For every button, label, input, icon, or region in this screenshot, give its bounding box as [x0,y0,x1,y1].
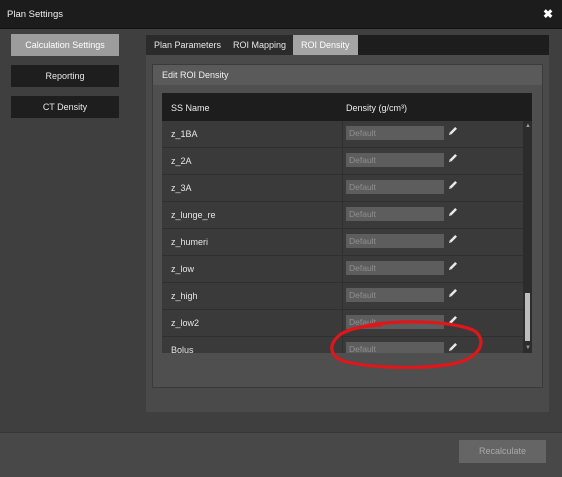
table-row: z_low2 Default [162,310,523,337]
nav-reporting-button[interactable]: Reporting [11,65,119,87]
pencil-icon[interactable] [447,233,459,245]
density-input[interactable]: Default [346,180,444,194]
density-input[interactable]: Default [346,207,444,221]
column-divider [342,175,343,201]
scroll-up-icon[interactable]: ▲ [525,123,531,129]
table-header: SS Name Density (g/cm³) [162,93,532,121]
density-input[interactable]: Default [346,153,444,167]
vertical-scrollbar[interactable]: ▲ ▼ [523,121,532,353]
ss-name-cell: z_3A [171,183,192,193]
density-input[interactable]: Default [346,315,444,329]
pencil-icon[interactable] [447,314,459,326]
table-row: z_1BA Default [162,121,523,148]
ss-name-cell: z_low [171,264,195,274]
density-input[interactable]: Default [346,288,444,302]
table-row: z_high Default [162,283,523,310]
recalculate-button[interactable]: Recalculate [459,440,546,463]
roi-density-table: SS Name Density (g/cm³) z_1BA Default z_2A… [162,93,532,353]
column-divider [342,229,343,255]
ss-name-cell: Bolus [171,345,194,353]
title-bar: Plan Settings ✖ [0,0,562,29]
table-row: Bolus Default [162,337,523,353]
pencil-icon[interactable] [447,125,459,137]
table-row: z_2A Default [162,148,523,175]
table-row: z_humeri Default [162,229,523,256]
pencil-icon[interactable] [447,179,459,191]
ss-name-cell: z_low2 [171,318,200,328]
tab-plan-parameters[interactable]: Plan Parameters [146,35,230,55]
table-row: z_3A Default [162,175,523,202]
group-title: Edit ROI Density [162,70,229,80]
ss-name-cell: z_lunge_re [171,210,216,220]
density-input[interactable]: Default [346,261,444,275]
ss-name-cell: z_1BA [171,129,198,139]
scrollbar-thumb[interactable] [525,293,530,341]
ss-name-cell: z_2A [171,156,192,166]
close-icon[interactable]: ✖ [543,7,553,21]
table-row: z_lunge_re Default [162,202,523,229]
pencil-icon[interactable] [447,152,459,164]
column-divider [342,148,343,174]
pencil-icon[interactable] [447,260,459,272]
tab-roi-mapping[interactable]: ROI Mapping [225,35,295,55]
pencil-icon[interactable] [447,206,459,218]
nav-calculation-settings-button[interactable]: Calculation Settings [11,34,119,56]
ss-name-cell: z_high [171,291,198,301]
column-divider [342,283,343,309]
tab-roi-density[interactable]: ROI Density [293,35,358,55]
density-input[interactable]: Default [346,342,444,353]
density-input[interactable]: Default [346,234,444,248]
column-divider [342,337,343,353]
column-header-density: Density (g/cm³) [346,103,408,113]
nav-ct-density-button[interactable]: CT Density [11,96,119,118]
window-title: Plan Settings [7,9,63,20]
pencil-icon[interactable] [447,341,459,353]
pencil-icon[interactable] [447,287,459,299]
column-divider [342,121,343,147]
column-divider [342,310,343,336]
table-row: z_low Default [162,256,523,283]
table-body: z_1BA Default z_2A Default z_3A Default z_lung… [162,121,523,353]
ss-name-cell: z_humeri [171,237,209,247]
scroll-down-icon[interactable]: ▼ [525,345,531,351]
column-divider [342,256,343,282]
column-header-ss-name: SS Name [171,103,210,113]
tab-strip: Plan Parameters ROI Mapping ROI Density [146,35,549,55]
density-input[interactable]: Default [346,126,444,140]
column-divider [342,202,343,228]
group-header: Edit ROI Density [153,65,542,85]
